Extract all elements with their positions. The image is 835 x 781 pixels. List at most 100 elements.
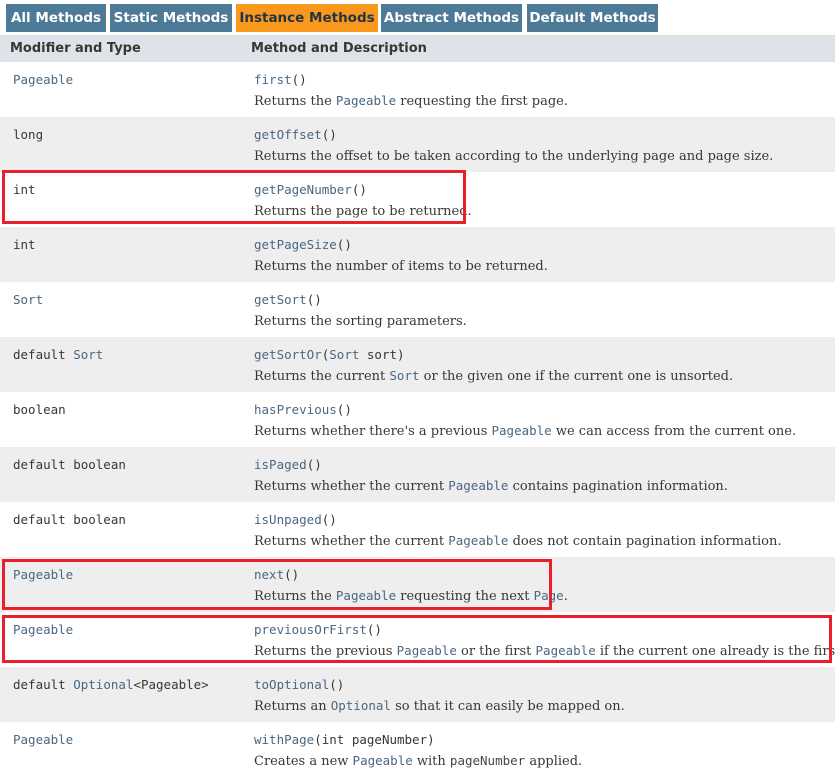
modifier-type: Pageable <box>13 732 73 747</box>
description-code-link[interactable]: Pageable <box>336 588 396 603</box>
description-code-link[interactable]: Pageable <box>336 93 396 108</box>
method-description: Returns the offset to be taken according… <box>254 148 773 164</box>
description-text: applied. <box>525 754 583 769</box>
param-type-link[interactable]: Sort <box>329 347 359 362</box>
modifier-type-link[interactable]: Pageable <box>13 732 73 747</box>
modifier-type-link[interactable]: Pageable <box>13 622 73 637</box>
table-row: long getOffset() Returns the offset to b… <box>0 117 835 172</box>
tab-static-methods[interactable]: Static Methods <box>110 4 232 32</box>
modifier-text: default <box>13 347 74 362</box>
table-row: Pageable next() Returns the Pageable req… <box>0 557 835 612</box>
method-signature: getPageNumber() <box>254 182 367 197</box>
description-code-link[interactable]: Pageable <box>492 423 552 438</box>
column-header-method: Method and Description <box>251 41 427 56</box>
method-signature: withPage(int pageNumber) <box>254 732 435 747</box>
description-text: we can access from the current one. <box>551 424 797 439</box>
description-code: pageNumber <box>449 753 526 768</box>
method-params: () <box>321 127 337 142</box>
method-params: () <box>321 512 337 527</box>
description-text: or the given one if the current one is u… <box>419 369 734 384</box>
modifier-text: default boolean <box>13 512 126 527</box>
method-params: () <box>284 567 300 582</box>
method-description: Creates a new Pageable with pageNumber a… <box>254 753 582 769</box>
modifier-generic: <Pageable> <box>133 677 209 692</box>
method-description: Returns whether the current Pageable doe… <box>254 533 781 549</box>
method-link[interactable]: isPaged <box>254 457 307 472</box>
tab-all-methods[interactable]: All Methods <box>6 4 106 32</box>
method-params: () <box>306 292 322 307</box>
column-header-modifier: Modifier and Type <box>10 41 141 56</box>
description-text: contains pagination information. <box>508 479 728 494</box>
method-signature: hasPrevious() <box>254 402 352 417</box>
method-link[interactable]: getOffset <box>254 127 322 142</box>
method-link[interactable]: getPageSize <box>254 237 337 252</box>
description-text: so that it can easily be mapped on. <box>390 699 625 714</box>
method-link[interactable]: getSortOr <box>254 347 322 362</box>
method-link[interactable]: next <box>254 567 284 582</box>
description-text: Returns the offset to be taken according… <box>254 149 774 164</box>
modifier-type: default Sort <box>13 347 103 362</box>
method-filter-tabs: All Methods Static Methods Instance Meth… <box>0 0 835 35</box>
description-code-link[interactable]: Pageable <box>448 533 508 548</box>
tab-abstract-methods[interactable]: Abstract Methods <box>381 4 522 32</box>
method-description: Returns the sorting parameters. <box>254 313 467 329</box>
method-description: Returns whether the current Pageable con… <box>254 478 728 494</box>
method-description: Returns the current Sort or the given on… <box>254 368 733 384</box>
method-link[interactable]: withPage <box>254 732 314 747</box>
description-text: does not contain pagination information. <box>508 534 782 549</box>
description-text: if the current one already is the first … <box>599 644 835 659</box>
description-code-link[interactable]: Pageable <box>448 478 508 493</box>
modifier-text: default <box>13 677 74 692</box>
method-link[interactable]: hasPrevious <box>254 402 337 417</box>
method-summary-table: Modifier and Type Method and Description… <box>0 35 835 776</box>
description-text: Returns the page to be returned. <box>254 204 472 219</box>
modifier-type: Pageable <box>13 567 73 582</box>
table-row: int getPageNumber() Returns the page to … <box>0 172 835 227</box>
description-code[interactable]: Pageable <box>536 643 596 658</box>
method-params: () <box>336 402 352 417</box>
modifier-text: boolean <box>13 402 66 417</box>
table-row: default Sort getSortOr(Sort sort) Return… <box>0 337 835 392</box>
description-text: Returns whether there's a previous <box>254 424 492 439</box>
modifier-type-link[interactable]: Pageable <box>13 72 73 87</box>
description-text: Returns the sorting parameters. <box>254 314 467 329</box>
modifier-type-link[interactable]: Pageable <box>13 567 73 582</box>
description-code-link[interactable]: Pageable <box>353 753 413 768</box>
modifier-type: default boolean <box>13 512 126 527</box>
method-link[interactable]: previousOrFirst <box>254 622 367 637</box>
modifier-type-link[interactable]: Optional <box>73 677 133 692</box>
description-code-link[interactable]: Sort <box>389 368 419 383</box>
method-rows: Pageable first () Returns the Pageable re… <box>0 62 835 776</box>
description-text: Returns the number of items to be return… <box>254 259 548 274</box>
method-description: Returns the page to be returned. <box>254 203 472 219</box>
tab-default-methods[interactable]: Default Methods <box>527 4 658 32</box>
description-text: Returns the current <box>254 369 390 384</box>
modifier-type: int <box>13 182 36 197</box>
tab-instance-methods[interactable]: Instance Methods <box>236 4 378 32</box>
method-params-rest: sort) <box>359 347 405 362</box>
modifier-type-link[interactable]: Sort <box>13 292 43 307</box>
description-code-link[interactable]: Optional <box>331 698 391 713</box>
description-text: with <box>412 754 450 769</box>
description-code-link[interactable]: Pageable <box>397 643 457 658</box>
modifier-text: int <box>13 182 36 197</box>
method-params: () <box>366 622 382 637</box>
description-code[interactable]: Page <box>534 588 564 603</box>
description-text: or the first <box>456 644 536 659</box>
method-params: () <box>306 457 322 472</box>
method-params: () <box>329 677 345 692</box>
method-params: () <box>336 237 352 252</box>
method-link[interactable]: getSort <box>254 292 307 307</box>
method-signature: getOffset() <box>254 127 337 142</box>
method-signature: next() <box>254 567 299 582</box>
method-link[interactable]: first <box>254 72 292 87</box>
description-text: Returns the previous <box>254 644 397 659</box>
table-row: int getPageSize() Returns the number of … <box>0 227 835 282</box>
method-link[interactable]: toOptional <box>254 677 329 692</box>
modifier-type-link[interactable]: Sort <box>73 347 103 362</box>
method-description: Returns the Pageable requesting the firs… <box>254 93 568 109</box>
modifier-type: boolean <box>13 402 66 417</box>
method-link[interactable]: isUnpaged <box>254 512 322 527</box>
method-link[interactable]: getPageNumber <box>254 182 352 197</box>
method-description: Returns the Pageable requesting the next… <box>254 588 568 604</box>
